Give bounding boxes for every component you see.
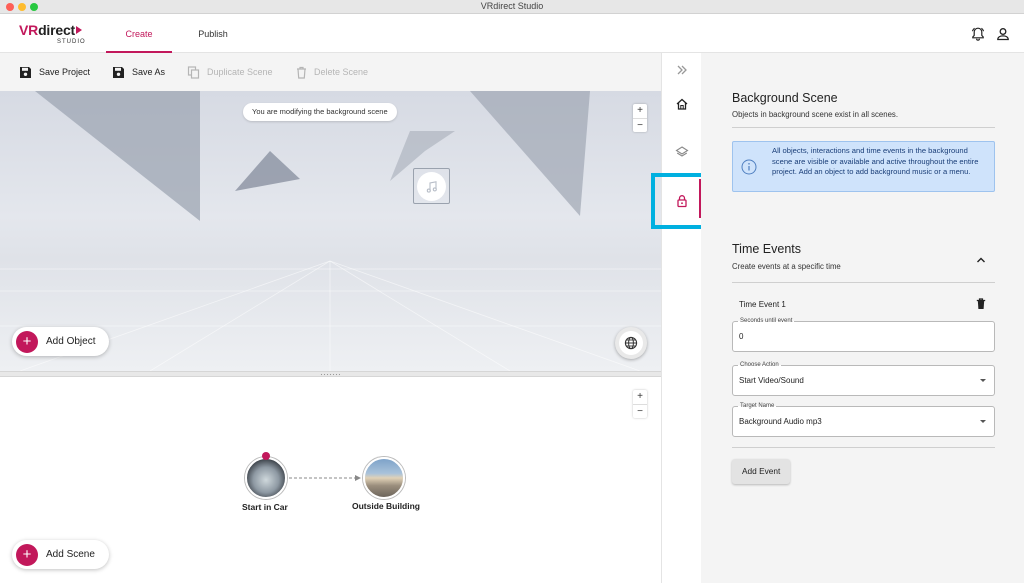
editor-toolbar: Save Project Save As Duplicate Scene Del…	[0, 53, 661, 91]
divider	[732, 127, 995, 128]
scene-viewport[interactable]: You are modifying the background scene +…	[0, 91, 661, 371]
window-titlebar: VRdirect Studio	[0, 0, 1024, 14]
duplicate-icon	[187, 65, 200, 79]
save-as-label: Save As	[132, 67, 166, 77]
background-scene-notice: You are modifying the background scene	[243, 103, 397, 121]
add-scene-button[interactable]: + Add Scene	[12, 540, 109, 569]
logo-subtitle: STUDIO	[57, 39, 86, 45]
target-name-select[interactable]: Target Name Background Audio mp3	[732, 403, 995, 437]
add-scene-label: Add Scene	[46, 549, 95, 560]
save-as-icon	[113, 66, 124, 78]
home-icon[interactable]	[673, 95, 691, 113]
action-field-label: Choose Action	[738, 362, 781, 368]
action-field-value: Start Video/Sound	[739, 376, 804, 385]
plus-icon: +	[16, 330, 38, 353]
add-event-button[interactable]: Add Event	[732, 459, 791, 484]
scene-label-outside-building: Outside Building	[352, 501, 420, 511]
properties-panel: Background Scene Objects in background s…	[701, 53, 1024, 583]
seconds-field-value: 0	[739, 332, 744, 341]
tab-create[interactable]: Create	[106, 14, 172, 53]
scene-node-start-in-car[interactable]	[245, 457, 287, 499]
globe-view-button[interactable]	[615, 327, 647, 359]
divider	[732, 447, 995, 448]
save-as-button[interactable]: Save As	[112, 65, 165, 79]
chevron-up-icon[interactable]	[976, 251, 986, 269]
scene-node-outside-building[interactable]	[363, 457, 405, 499]
user-icon[interactable]	[995, 26, 1011, 42]
background-music-object[interactable]	[413, 168, 450, 204]
save-icon	[20, 66, 31, 78]
plus-icon: +	[16, 543, 38, 566]
duplicate-scene-button[interactable]: Duplicate Scene	[187, 65, 273, 79]
logo-prefix: VR	[19, 22, 39, 38]
dropdown-caret-icon	[980, 420, 986, 423]
logo-arrow-icon	[76, 26, 82, 34]
add-object-label: Add Object	[46, 336, 96, 347]
viewport-zoom-in-button[interactable]: +	[633, 104, 647, 118]
delete-scene-button[interactable]: Delete Scene	[296, 65, 368, 79]
add-object-button[interactable]: + Add Object	[12, 327, 110, 356]
start-scene-indicator	[262, 452, 270, 460]
save-project-button[interactable]: Save Project	[19, 65, 90, 79]
seconds-field-label: Seconds until event	[738, 318, 795, 324]
background-info-box: All objects, interactions and time event…	[732, 141, 995, 192]
duplicate-scene-label: Duplicate Scene	[207, 67, 273, 77]
time-event-title: Time Event 1	[739, 300, 786, 309]
app-header: VRdirect STUDIO Create Publish	[0, 14, 1024, 53]
background-scene-title: Background Scene	[732, 91, 838, 105]
vrdirect-logo: VRdirect STUDIO	[19, 22, 99, 48]
seconds-until-event-field[interactable]: Seconds until event 0	[732, 318, 995, 352]
info-icon	[741, 159, 757, 180]
time-events-title: Time Events	[732, 242, 802, 256]
window-title: VRdirect Studio	[480, 1, 544, 11]
target-field-value: Background Audio mp3	[739, 417, 822, 426]
scene-graph[interactable]: + − Start in Car Outside Building + Add …	[0, 377, 661, 583]
delete-event-icon[interactable]	[976, 297, 986, 315]
background-scene-subtitle: Objects in background scene exist in all…	[732, 110, 898, 119]
divider	[732, 282, 995, 283]
choose-action-select[interactable]: Choose Action Start Video/Sound	[732, 362, 995, 396]
layers-icon[interactable]	[673, 143, 691, 161]
target-field-label: Target Name	[738, 403, 777, 409]
delete-scene-label: Delete Scene	[314, 67, 369, 77]
grip-icon	[320, 373, 340, 376]
time-events-subtitle: Create events at a specific time	[732, 262, 841, 271]
viewport-zoom-control: + −	[633, 104, 647, 132]
globe-icon	[619, 331, 643, 355]
collapse-panel-icon[interactable]	[673, 61, 691, 79]
music-note-icon	[417, 172, 446, 201]
scene-label-start-in-car: Start in Car	[242, 502, 288, 512]
trash-icon	[297, 66, 306, 79]
background-info-text: All objects, interactions and time event…	[772, 146, 979, 176]
side-icon-strip	[661, 53, 701, 583]
viewport-zoom-out-button[interactable]: −	[633, 118, 647, 132]
dropdown-caret-icon	[980, 379, 986, 382]
bell-icon[interactable]	[970, 26, 986, 42]
logo-name: direct	[38, 22, 75, 38]
tab-publish[interactable]: Publish	[180, 14, 246, 53]
save-project-label: Save Project	[39, 67, 91, 77]
